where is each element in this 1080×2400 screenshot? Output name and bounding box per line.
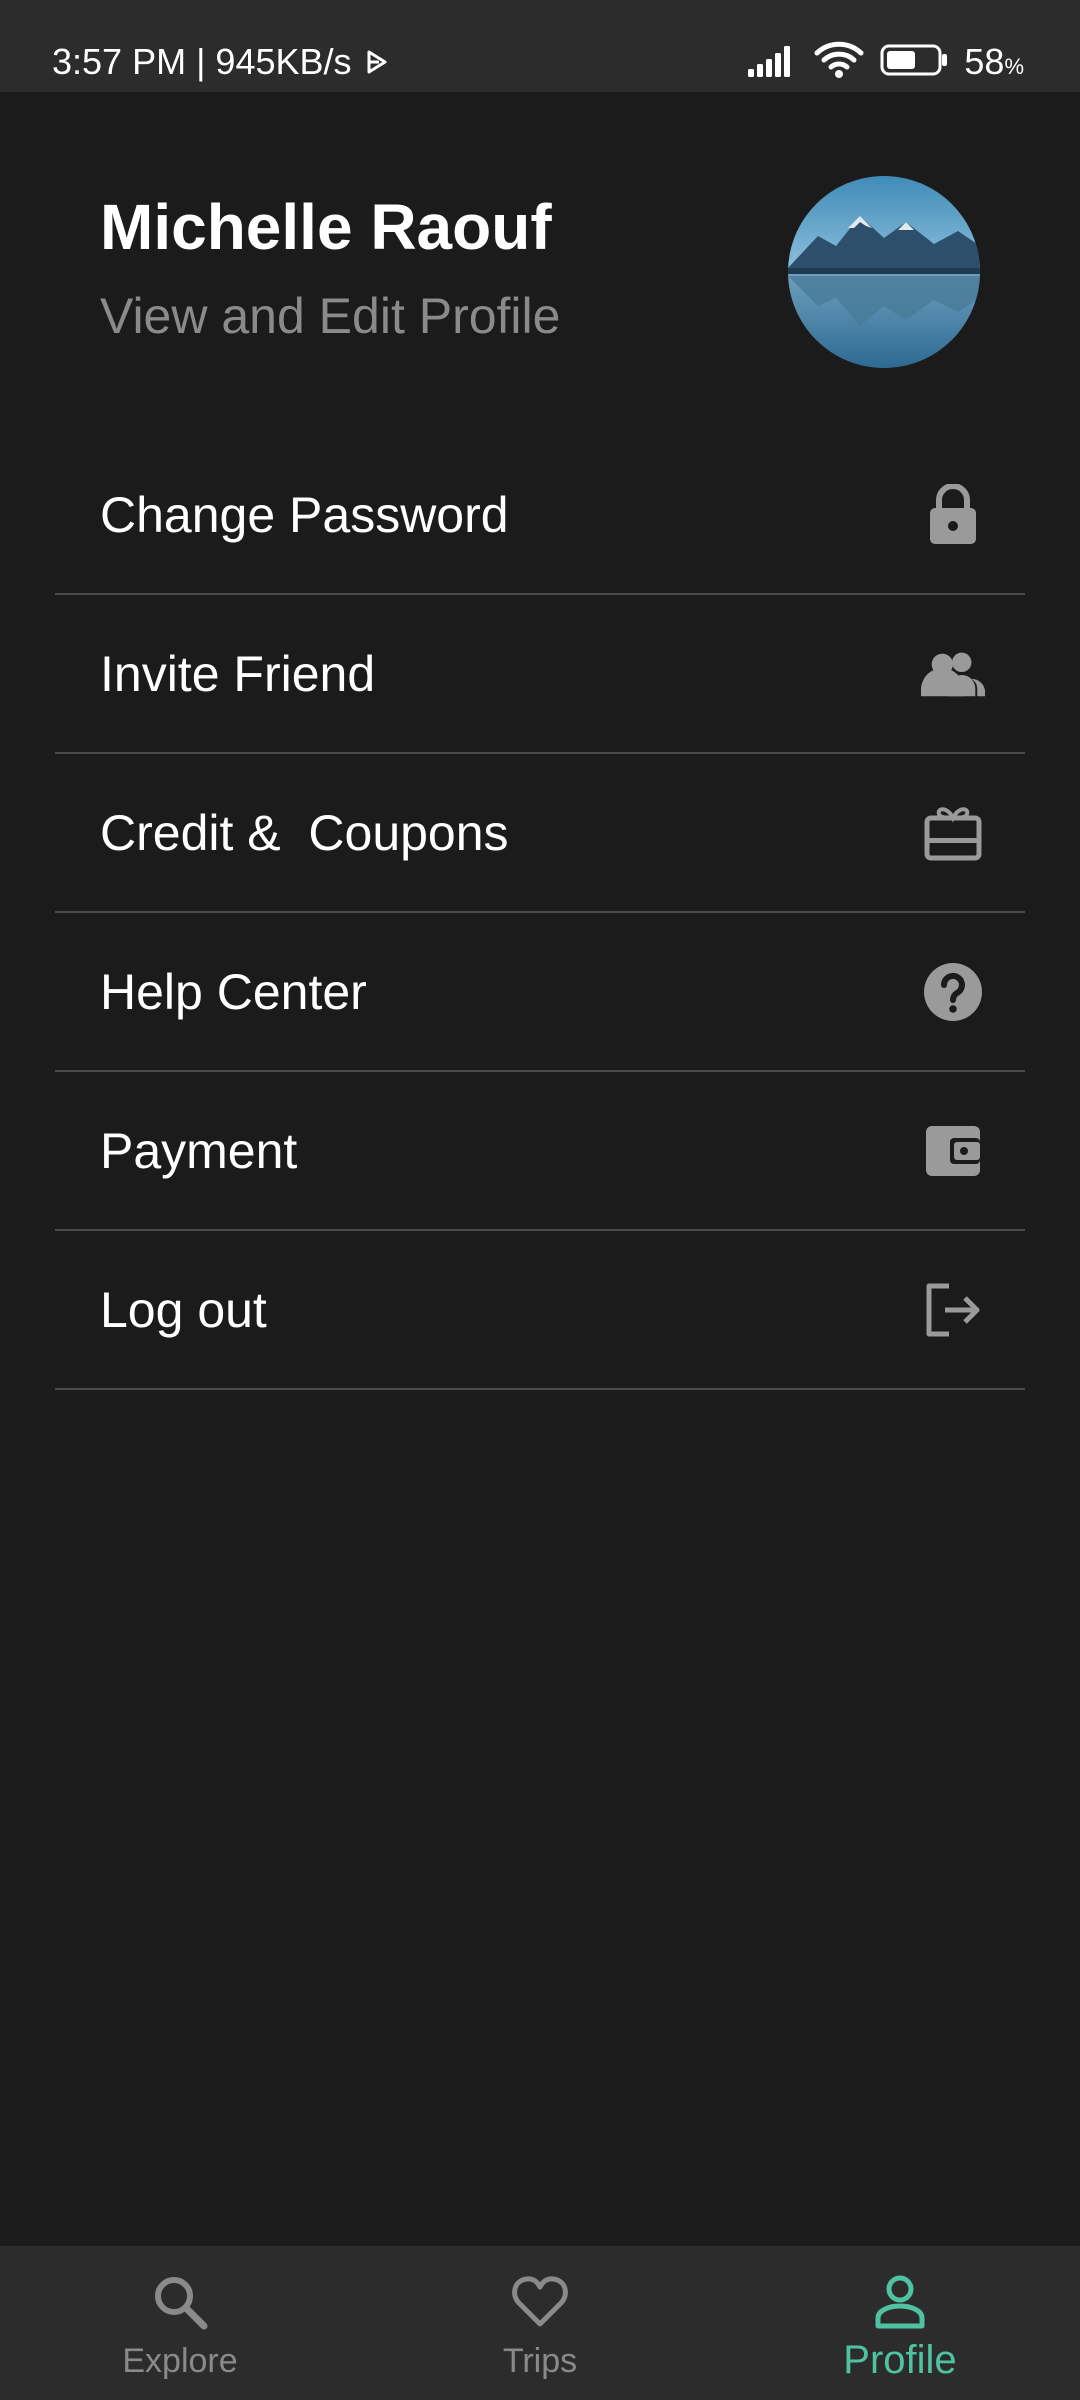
wallet-icon	[921, 1119, 985, 1183]
menu-item-label: Invite Friend	[100, 645, 376, 702]
battery-icon	[880, 43, 948, 82]
menu-item-log-out[interactable]: Log out	[55, 1231, 1025, 1390]
heart-icon	[510, 2272, 570, 2332]
battery-percent-value: 58	[964, 41, 1005, 82]
menu-item-payment[interactable]: Payment	[55, 1072, 1025, 1231]
profile-name: Michelle Raouf	[100, 191, 552, 263]
bottom-navigation: Explore Trips Profile	[0, 2246, 1080, 2400]
avatar[interactable]	[788, 176, 980, 368]
gift-card-icon	[921, 801, 985, 865]
battery-percentage: 58%	[964, 41, 1024, 83]
wifi-icon	[814, 41, 864, 84]
signal-icon	[746, 43, 798, 82]
lock-icon	[921, 483, 985, 547]
menu-item-label: Help Center	[100, 963, 367, 1020]
battery-fill	[887, 50, 916, 69]
menu-item-label: Log out	[100, 1281, 267, 1338]
play-store-icon	[366, 41, 388, 83]
status-right: 58%	[746, 38, 1024, 86]
nav-tab-explore[interactable]: Explore	[0, 2246, 360, 2400]
people-icon	[921, 642, 985, 706]
nav-tab-trips[interactable]: Trips	[360, 2246, 720, 2400]
menu-item-help-center[interactable]: Help Center	[55, 913, 1025, 1072]
logout-icon	[921, 1278, 985, 1342]
nav-label-profile: Profile	[843, 2338, 957, 2382]
person-icon	[870, 2272, 930, 2332]
settings-menu: Change Password Invite Friend Credit & C…	[55, 436, 1025, 1390]
menu-item-label: Change Password	[100, 486, 509, 543]
status-bar: 3:57 PM | 945KB/s 58%	[0, 0, 1080, 92]
status-time-speed: 3:57 PM | 945KB/s	[52, 41, 352, 82]
nav-label-explore: Explore	[122, 2342, 238, 2380]
help-icon	[921, 960, 985, 1024]
nav-tab-profile[interactable]: Profile	[720, 2246, 1080, 2400]
search-icon	[150, 2272, 210, 2332]
menu-item-invite-friend[interactable]: Invite Friend	[55, 595, 1025, 754]
menu-item-label: Payment	[100, 1122, 298, 1179]
profile-screen: 3:57 PM | 945KB/s 58% Michelle Raouf Vie…	[0, 0, 1080, 2400]
status-left: 3:57 PM | 945KB/s	[52, 38, 388, 86]
battery-percent-unit: %	[1004, 54, 1024, 79]
menu-item-label: Credit & Coupons	[100, 804, 509, 861]
view-edit-profile-link[interactable]: View and Edit Profile	[100, 287, 560, 345]
menu-item-change-password[interactable]: Change Password	[55, 436, 1025, 595]
menu-item-credit-coupons[interactable]: Credit & Coupons	[55, 754, 1025, 913]
nav-label-trips: Trips	[502, 2342, 578, 2380]
